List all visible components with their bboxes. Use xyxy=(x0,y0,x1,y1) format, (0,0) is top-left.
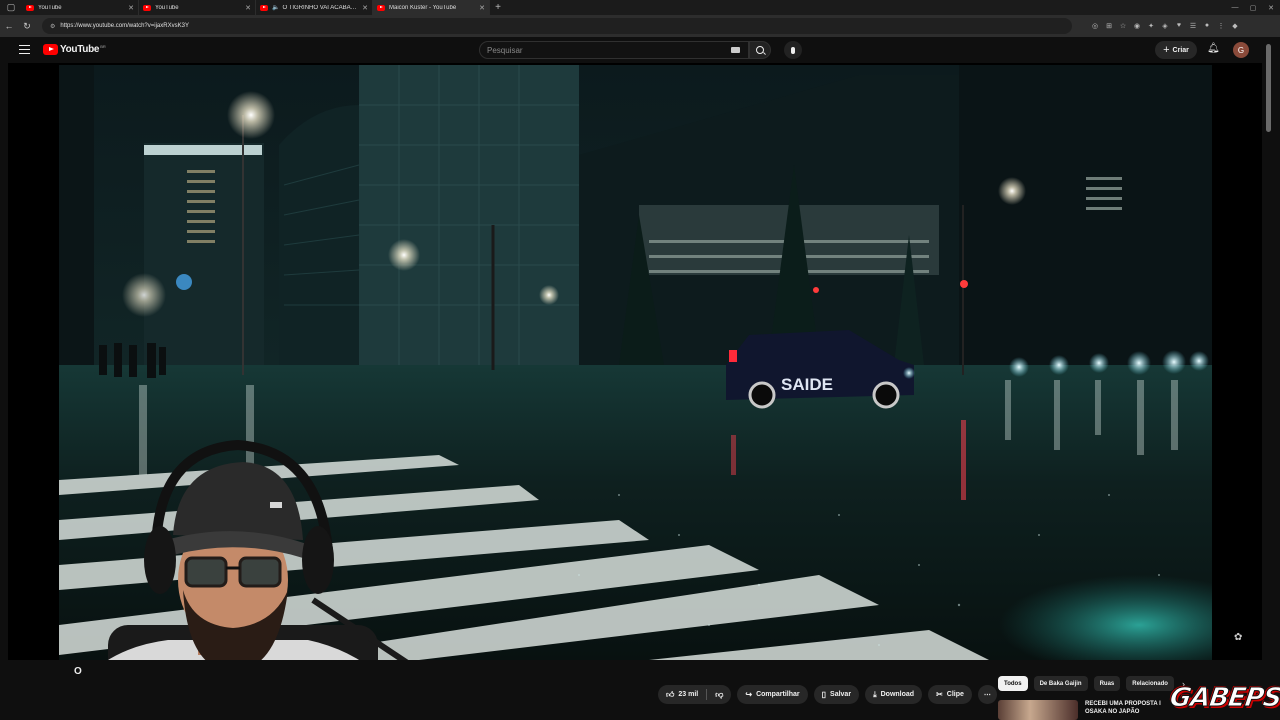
recommendation-chips: Todos De Baka Gaijin Ruas Relacionado › xyxy=(998,676,1185,691)
install-icon[interactable]: ⊞ xyxy=(1102,22,1116,30)
reload-icon[interactable]: ↻ xyxy=(18,21,36,32)
plus-icon: + xyxy=(1163,44,1170,56)
translate-icon[interactable]: ◎ xyxy=(1088,22,1102,30)
menu-dots-icon[interactable]: ⋮ xyxy=(1214,22,1228,30)
profile-icon[interactable]: ● xyxy=(1200,22,1214,30)
chip-de-baka-gaijin[interactable]: De Baka Gaijin xyxy=(1033,676,1088,691)
extension-icon[interactable]: ♥ xyxy=(1172,22,1186,30)
download-button[interactable]: ⤓ Download xyxy=(865,685,923,704)
browser-tab-strip: ▢ YouTube ✕ YouTube ✕ 🔈 O TIGRINHO VAI A… xyxy=(0,0,1280,15)
avatar[interactable]: G xyxy=(1233,42,1249,58)
address-bar: ← ↻ ⚙ https://www.youtube.com/watch?v=ij… xyxy=(0,15,1280,37)
browser-tab-3[interactable]: 🔈 O TIGRINHO VAI ACABAR O ✕ xyxy=(256,0,373,15)
youtube-favicon-icon xyxy=(26,4,34,11)
more-dots-icon: ⋯ xyxy=(983,691,991,699)
bookmark-star-icon[interactable]: ☆ xyxy=(1116,22,1130,30)
url-text: https://www.youtube.com/watch?v=ijaxRXvs… xyxy=(60,23,189,29)
create-button[interactable]: + Criar xyxy=(1155,41,1197,59)
browser-tab-4[interactable]: Maicon Küster - YouTube ✕ xyxy=(373,0,490,15)
window-menu-icon[interactable]: ▢ xyxy=(0,0,22,15)
bookmark-icon: ▯ xyxy=(821,690,827,699)
streamer-brand-logo: GABEPS xyxy=(1167,683,1280,714)
more-actions-button[interactable]: ⋯ xyxy=(977,685,997,704)
youtube-favicon-icon xyxy=(377,4,385,11)
youtube-play-icon xyxy=(43,44,58,55)
url-field[interactable]: ⚙ https://www.youtube.com/watch?v=ijaxRX… xyxy=(42,18,1072,34)
browser-tab-1[interactable]: YouTube ✕ xyxy=(22,0,139,15)
tab-close-icon[interactable]: ✕ xyxy=(479,4,485,12)
youtube-header: YouTube BR Pesquisar + Criar 🔔︎ G xyxy=(0,37,1280,63)
youtube-logo[interactable]: YouTube BR xyxy=(43,44,106,55)
car-logo: SAIDE xyxy=(781,375,833,394)
tab-title: O TIGRINHO VAI ACABAR O xyxy=(282,4,360,11)
create-label: Criar xyxy=(1172,46,1189,54)
logo-text: YouTube xyxy=(60,44,100,55)
dislike-button[interactable]: 👎︎ xyxy=(707,685,731,704)
microphone-icon xyxy=(791,46,795,54)
voice-search-button[interactable] xyxy=(784,41,802,59)
clip-button[interactable]: ✂ Clipe xyxy=(928,685,972,704)
extension-toolbar: ◎ ⊞ ☆ ◉ ✦ ◈ ♥ ☰ ● ⋮ ◆ xyxy=(1088,22,1242,30)
logo-country: BR xyxy=(100,44,106,49)
video-thumbnail[interactable] xyxy=(998,700,1078,720)
extension-icon[interactable]: ☰ xyxy=(1186,22,1200,30)
save-button[interactable]: ▯ Salvar xyxy=(813,685,860,704)
tab-title: YouTube xyxy=(155,4,179,11)
search-input[interactable]: Pesquisar xyxy=(479,41,749,59)
tab-close-icon[interactable]: ✕ xyxy=(128,4,134,12)
share-button[interactable]: ↪ Compartilhar xyxy=(737,685,808,704)
video-info-bar: O 👍︎ 23 mil 👎︎ ↪ Compartilhar ▯ Salvar ⤓… xyxy=(0,660,1280,720)
new-tab-icon[interactable]: + xyxy=(490,2,506,13)
extension-icon[interactable]: ◉ xyxy=(1130,22,1144,30)
hamburger-menu-icon[interactable] xyxy=(19,45,30,54)
browser-tab-2[interactable]: YouTube ✕ xyxy=(139,0,256,15)
speaker-icon[interactable]: 🔈 xyxy=(272,4,279,11)
extension-icon[interactable]: ◈ xyxy=(1158,22,1172,30)
recommended-video[interactable]: RECEBI UMA PROPOSTA I OSAKA NO JAPÃO xyxy=(998,700,1175,720)
copilot-icon[interactable]: ◆ xyxy=(1228,22,1242,30)
recommended-title[interactable]: RECEBI UMA PROPOSTA I OSAKA NO JAPÃO xyxy=(1085,700,1175,720)
youtube-favicon-icon xyxy=(143,4,151,11)
tab-close-icon[interactable]: ✕ xyxy=(362,4,368,12)
keyboard-icon[interactable] xyxy=(731,47,740,53)
like-button[interactable]: 👍︎ 23 mil xyxy=(658,685,706,704)
chip-ruas[interactable]: Ruas xyxy=(1093,676,1121,691)
minimize-icon[interactable]: — xyxy=(1226,4,1244,11)
channel-watermark-icon[interactable]: ✿ xyxy=(1234,632,1242,643)
maximize-icon[interactable]: ▢ xyxy=(1244,4,1262,12)
clip-label: Clipe xyxy=(946,691,964,698)
download-icon: ⤓ xyxy=(873,689,877,699)
scrollbar[interactable] xyxy=(1266,44,1271,132)
chip-todos[interactable]: Todos xyxy=(998,676,1028,691)
search-icon xyxy=(756,46,764,54)
site-info-icon[interactable]: ⚙ xyxy=(50,23,55,30)
scissors-icon: ✂ xyxy=(936,690,943,699)
thumbs-down-icon: 👎︎ xyxy=(715,689,724,699)
back-icon[interactable]: ← xyxy=(0,21,18,31)
like-count: 23 mil xyxy=(678,691,699,698)
search-button[interactable] xyxy=(749,41,771,59)
download-label: Download xyxy=(880,691,915,698)
like-dislike-group: 👍︎ 23 mil 👎︎ xyxy=(658,685,732,704)
thumbs-up-icon: 👍︎ xyxy=(666,689,675,699)
video-actions: 👍︎ 23 mil 👎︎ ↪ Compartilhar ▯ Salvar ⤓ D… xyxy=(658,685,1003,704)
youtube-favicon-icon xyxy=(260,4,268,11)
video-title: O xyxy=(74,666,82,677)
tab-close-icon[interactable]: ✕ xyxy=(245,4,251,12)
share-arrow-icon: ↪ xyxy=(745,690,753,699)
extension-icon[interactable]: ✦ xyxy=(1144,22,1158,30)
notifications-bell-icon[interactable]: 🔔︎ xyxy=(1207,43,1220,55)
close-window-icon[interactable]: ✕ xyxy=(1262,4,1280,12)
chip-relacionado[interactable]: Relacionado xyxy=(1126,676,1174,691)
tab-title: Maicon Küster - YouTube xyxy=(389,4,457,11)
search-placeholder: Pesquisar xyxy=(487,45,523,55)
save-label: Salvar xyxy=(830,691,852,698)
share-label: Compartilhar xyxy=(756,691,800,698)
tab-title: YouTube xyxy=(38,4,62,11)
